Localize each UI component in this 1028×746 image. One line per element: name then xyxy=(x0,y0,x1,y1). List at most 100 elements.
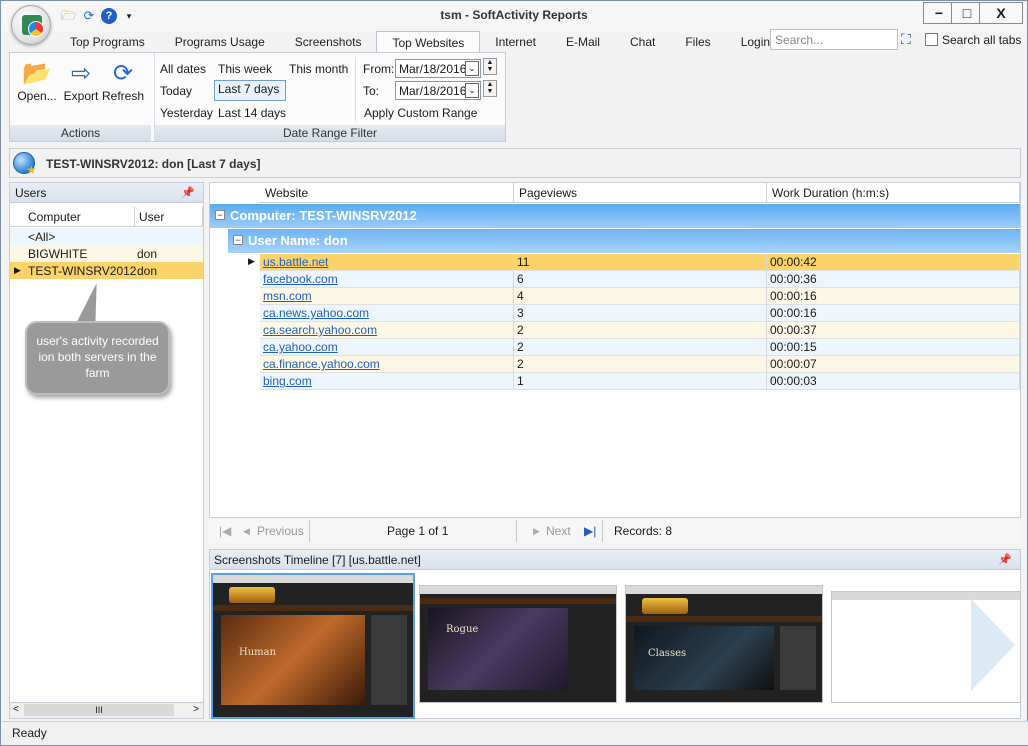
today-link[interactable]: Today xyxy=(160,84,192,98)
user-row-user: don xyxy=(137,247,158,261)
collapse-group-icon[interactable]: − xyxy=(215,210,225,220)
from-date-spinner[interactable]: ▲ ▼ xyxy=(483,58,497,75)
website-link[interactable]: facebook.com xyxy=(263,272,338,286)
cell-website[interactable]: ca.yahoo.com xyxy=(260,339,514,356)
group-row-user[interactable]: − User Name: don xyxy=(228,229,1020,253)
pin-icon[interactable]: 📌 xyxy=(998,553,1012,566)
this-month-link[interactable]: This month xyxy=(289,62,348,76)
cell-website[interactable]: ca.search.yahoo.com xyxy=(260,322,514,339)
tab-internet[interactable]: Internet xyxy=(480,31,551,53)
tab-screenshots[interactable]: Screenshots xyxy=(280,31,377,53)
column-header-work-duration[interactable]: Work Duration (h:m:s) xyxy=(767,183,1020,203)
website-link[interactable]: msn.com xyxy=(263,289,312,303)
website-link[interactable]: ca.news.yahoo.com xyxy=(263,306,369,320)
cell-duration: 00:00:15 xyxy=(767,339,1020,356)
binoculars-search-icon[interactable]: ⛶ xyxy=(901,31,911,48)
website-link[interactable]: ca.finance.yahoo.com xyxy=(263,357,380,371)
refresh-button[interactable]: ⟳ Refresh xyxy=(102,59,144,103)
column-header-pageviews[interactable]: Pageviews xyxy=(514,183,767,203)
export-button[interactable]: ⇨ Export xyxy=(60,59,102,103)
scroll-left-icon[interactable]: < xyxy=(13,704,19,715)
cell-website[interactable]: ca.news.yahoo.com xyxy=(260,305,514,322)
group-user-label: User Name: don xyxy=(248,233,348,248)
column-header-user[interactable]: User xyxy=(135,207,203,227)
refresh-large-icon: ⟳ xyxy=(112,60,134,87)
group-row-computer[interactable]: − Computer: TEST-WINSRV2012 xyxy=(210,204,1020,228)
table-row[interactable]: ca.search.yahoo.com 2 00:00:37 xyxy=(210,322,1020,339)
cell-website[interactable]: facebook.com xyxy=(260,271,514,288)
website-link[interactable]: us.battle.net xyxy=(263,255,328,269)
user-row-computer: <All> xyxy=(28,230,56,244)
tab-chat[interactable]: Chat xyxy=(615,31,670,53)
scroll-right-icon[interactable]: > xyxy=(193,704,199,715)
pin-icon[interactable]: 📌 xyxy=(181,186,195,199)
records-count: Records: 8 xyxy=(614,524,673,538)
table-row[interactable]: ca.yahoo.com 2 00:00:15 xyxy=(210,339,1020,356)
date-range-filter-group: All dates This week This month Today Las… xyxy=(154,53,505,141)
cell-website[interactable]: us.battle.net xyxy=(260,254,514,271)
cell-duration: 00:00:36 xyxy=(767,271,1020,288)
tab-email[interactable]: E-Mail xyxy=(551,31,615,53)
table-row[interactable]: bing.com 1 00:00:03 xyxy=(210,373,1020,390)
table-row[interactable]: ▶ us.battle.net 11 00:00:42 xyxy=(210,254,1020,271)
tab-top-programs[interactable]: Top Programs xyxy=(55,31,160,53)
next-button[interactable]: Next xyxy=(546,524,571,538)
cell-website[interactable]: msn.com xyxy=(260,288,514,305)
all-dates-link[interactable]: All dates xyxy=(160,62,206,76)
tab-programs-usage[interactable]: Programs Usage xyxy=(160,31,280,53)
status-text: Ready xyxy=(12,726,47,740)
users-horizontal-scrollbar[interactable]: < III > xyxy=(10,702,203,718)
thumb-browser-bar xyxy=(213,575,413,583)
last-7-days-link[interactable]: Last 7 days xyxy=(214,80,286,101)
search-all-tabs-checkbox[interactable] xyxy=(925,33,938,46)
apply-custom-range-link[interactable]: Apply Custom Range xyxy=(364,106,477,120)
website-link[interactable]: bing.com xyxy=(263,374,312,388)
close-button[interactable]: X xyxy=(979,2,1023,24)
tab-top-websites[interactable]: Top Websites xyxy=(376,31,481,53)
search-input[interactable]: Search... xyxy=(770,29,898,50)
tab-files[interactable]: Files xyxy=(670,31,725,53)
screenshot-thumbnail-3[interactable]: Classes xyxy=(625,585,823,703)
screenshot-thumbnail-2[interactable]: Rogue xyxy=(419,585,617,703)
search-all-tabs-label: Search all tabs xyxy=(942,33,1022,47)
last-14-days-link[interactable]: Last 14 days xyxy=(218,106,286,120)
yesterday-link[interactable]: Yesterday xyxy=(160,106,213,120)
screenshot-thumbnail-1[interactable]: Human xyxy=(211,573,415,719)
table-row[interactable]: facebook.com 6 00:00:36 xyxy=(210,271,1020,288)
open-button[interactable]: 📂 Open... xyxy=(16,59,58,103)
website-link[interactable]: ca.search.yahoo.com xyxy=(263,323,377,337)
first-page-icon[interactable]: |◀ xyxy=(219,524,231,538)
thumb-sidebar xyxy=(371,615,407,705)
date-group-divider xyxy=(355,57,356,121)
user-row-computer: BIGWHITE xyxy=(28,247,88,261)
next-screenshots-chevron-icon[interactable] xyxy=(971,599,1015,691)
website-link[interactable]: ca.yahoo.com xyxy=(263,340,338,354)
column-header-website[interactable]: Website xyxy=(260,183,514,203)
next-page-icon[interactable]: ▶ xyxy=(533,526,540,537)
from-date-dropdown[interactable]: ⌄ xyxy=(465,61,479,76)
title-bar: 🗁 ⟳ ? ▾ tsm - SoftActivity Reports − □ X xyxy=(1,1,1027,31)
application-menu-button[interactable] xyxy=(11,5,51,45)
user-row-test-winsrv2012[interactable]: ▶ TEST-WINSRV2012 don xyxy=(10,262,203,279)
this-week-link[interactable]: This week xyxy=(218,62,272,76)
to-date-dropdown[interactable]: ⌄ xyxy=(465,83,479,98)
collapse-group-icon[interactable]: − xyxy=(233,235,243,245)
table-row[interactable]: msn.com 4 00:00:16 xyxy=(210,288,1020,305)
user-row-bigwhite[interactable]: BIGWHITE don xyxy=(10,245,203,262)
cell-pageviews: 4 xyxy=(514,288,767,305)
previous-page-icon[interactable]: ◀ xyxy=(243,526,250,537)
pager-separator xyxy=(602,520,603,542)
column-header-computer[interactable]: Computer xyxy=(10,207,135,227)
date-range-filter-label: Date Range Filter xyxy=(155,125,505,141)
pager-separator xyxy=(516,520,517,542)
table-row[interactable]: ca.finance.yahoo.com 2 00:00:07 xyxy=(210,356,1020,373)
cell-pageviews: 2 xyxy=(514,356,767,373)
table-row[interactable]: ca.news.yahoo.com 3 00:00:16 xyxy=(210,305,1020,322)
cell-website[interactable]: ca.finance.yahoo.com xyxy=(260,356,514,373)
scrollbar-thumb[interactable]: III xyxy=(24,704,174,716)
previous-button[interactable]: Previous xyxy=(257,524,304,538)
last-page-icon[interactable]: ▶| xyxy=(584,524,596,538)
to-date-spinner[interactable]: ▲ ▼ xyxy=(483,80,497,97)
user-row-all[interactable]: <All> xyxy=(10,228,203,245)
cell-website[interactable]: bing.com xyxy=(260,373,514,390)
